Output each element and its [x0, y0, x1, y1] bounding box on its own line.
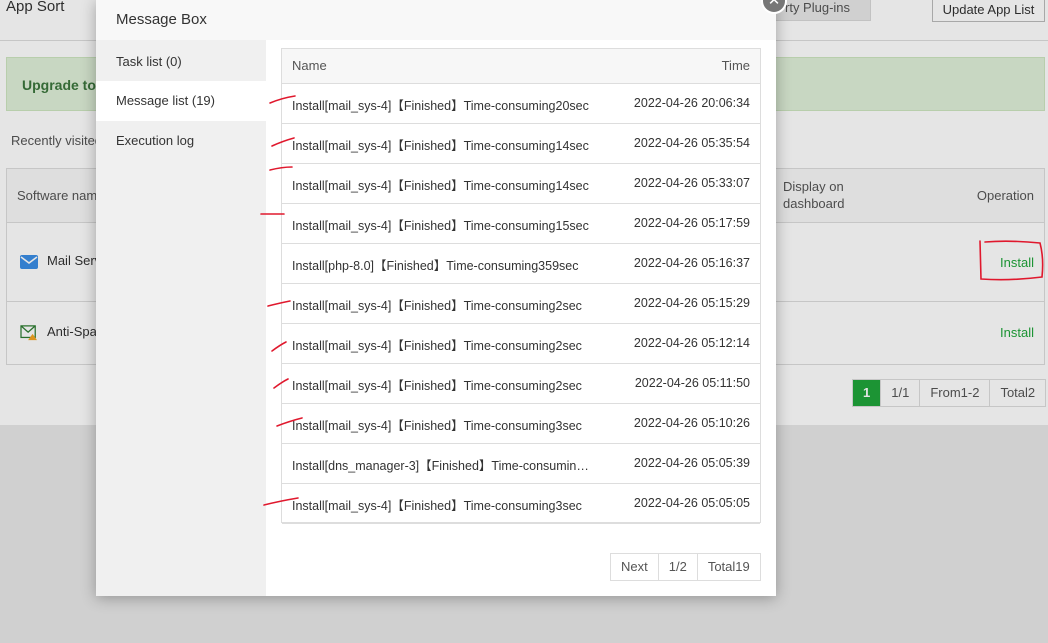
column-name: Name	[292, 58, 327, 73]
message-time: 2022-04-26 05:33:07	[633, 176, 750, 190]
message-name: Install[php-8.0]【Finished】Time-consuming…	[292, 259, 579, 273]
message-row: Install[mail_sys-4]【Finished】Time-consum…	[282, 364, 760, 404]
message-row: Install[mail_sys-4]【Finished】Time-consum…	[282, 284, 760, 324]
message-time: 2022-04-26 05:10:26	[633, 416, 750, 430]
message-name: Install[mail_sys-4]【Finished】Time-consum…	[292, 139, 589, 153]
dialog-sidebar: Task list (0) Message list (19) Executio…	[96, 40, 266, 596]
message-time: 2022-04-26 05:15:29	[633, 296, 750, 310]
dialog-title: Message Box	[116, 11, 207, 28]
message-time: 2022-04-26 05:05:39	[633, 456, 750, 470]
sidebar-item-execution-log[interactable]: Execution log	[96, 121, 266, 161]
message-row: Install[mail_sys-4]【Finished】Time-consum…	[282, 484, 760, 524]
message-row: Install[mail_sys-4]【Finished】Time-consum…	[282, 324, 760, 364]
message-time: 2022-04-26 05:12:14	[633, 336, 750, 350]
message-name: Install[mail_sys-4]【Finished】Time-consum…	[292, 379, 582, 393]
message-name: Install[mail_sys-4]【Finished】Time-consum…	[292, 419, 582, 433]
page-total: Total19	[697, 554, 760, 580]
message-name: Install[mail_sys-4]【Finished】Time-consum…	[292, 299, 582, 313]
sidebar-item-task-list[interactable]: Task list (0)	[96, 42, 266, 82]
column-time: Time	[721, 58, 750, 73]
message-name: Install[mail_sys-4]【Finished】Time-consum…	[292, 219, 589, 233]
message-time: 2022-04-26 05:11:50	[634, 376, 750, 390]
message-time: 2022-04-26 05:35:54	[633, 136, 750, 150]
message-table: Name Time Install[mail_sys-4]【Finished】T…	[281, 48, 761, 524]
message-pager: Next 1/2 Total19	[610, 553, 761, 581]
message-row: Install[mail_sys-4]【Finished】Time-consum…	[282, 124, 760, 164]
next-page-button[interactable]: Next	[611, 554, 659, 580]
message-time: 2022-04-26 05:16:37	[633, 256, 750, 270]
message-row: Install[php-8.0]【Finished】Time-consuming…	[282, 244, 760, 284]
message-name: Install[mail_sys-4]【Finished】Time-consum…	[292, 99, 589, 113]
message-name: Install[mail_sys-4]【Finished】Time-consum…	[292, 499, 582, 513]
sidebar-item-message-list[interactable]: Message list (19)	[96, 81, 266, 121]
message-row: Install[mail_sys-4]【Finished】Time-consum…	[282, 204, 760, 244]
message-box-dialog: Message Box ✕ Task list (0) Message list…	[96, 0, 787, 596]
message-table-header: Name Time	[282, 49, 760, 84]
message-row: Install[mail_sys-4]【Finished】Time-consum…	[282, 164, 760, 204]
message-name: Install[mail_sys-4]【Finished】Time-consum…	[292, 339, 582, 353]
message-row: Install[dns_manager-3]【Finished】Time-con…	[282, 444, 760, 484]
page-count: 1/2	[658, 554, 698, 580]
message-row: Install[mail_sys-4]【Finished】Time-consum…	[282, 84, 760, 124]
dialog-header: Message Box	[96, 0, 776, 40]
message-time: 2022-04-26 05:05:05	[633, 496, 750, 510]
message-name: Install[mail_sys-4]【Finished】Time-consum…	[292, 179, 589, 193]
message-time: 2022-04-26 20:06:34	[633, 96, 750, 110]
message-row: Install[mail_sys-4]【Finished】Time-consum…	[282, 404, 760, 444]
message-name: Install[dns_manager-3]【Finished】Time-con…	[292, 459, 592, 473]
message-time: 2022-04-26 05:17:59	[633, 216, 750, 230]
